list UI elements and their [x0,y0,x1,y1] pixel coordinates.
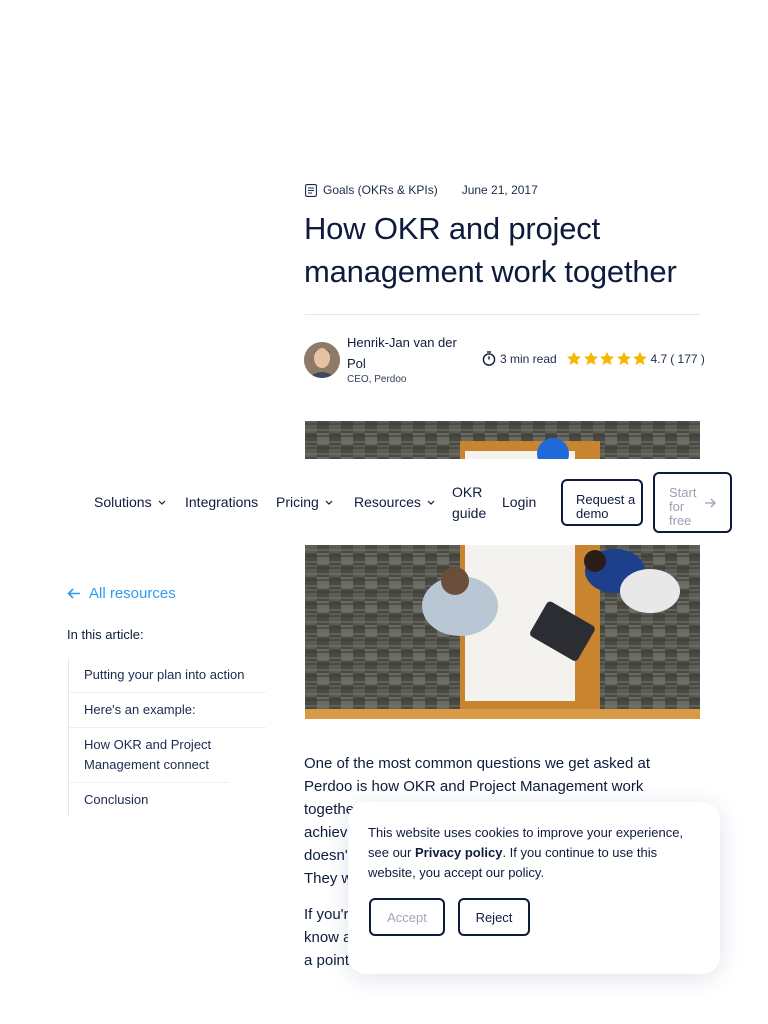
toc-item[interactable]: Putting your plan into action [69,658,266,693]
start-free-label: Start for free [669,485,697,528]
request-demo-button[interactable]: Request a demo [561,479,643,526]
star-icon [567,351,581,365]
document-icon [305,183,317,197]
arrow-right-icon [705,498,716,508]
privacy-policy-link[interactable]: Privacy policy [415,845,502,860]
nav-integrations-label: Integrations [185,494,259,510]
article-meta: Goals (OKRs & KPIs) June 21, 2017 [305,183,538,197]
all-resources-link[interactable]: All resources [67,585,176,602]
star-icon [633,351,647,365]
toc-heading: In this article: [67,627,144,642]
stopwatch-icon [482,351,496,366]
all-resources-label: All resources [89,585,176,602]
category-link[interactable]: Goals (OKRs & KPIs) [323,183,438,197]
nav-integrations[interactable]: Integrations [185,494,258,510]
toc-item[interactable]: How OKR and Project Management connect [69,728,229,783]
arrow-left-icon [67,588,80,599]
body-line: One of the most common questions we get … [304,755,651,795]
nav-okr-guide[interactable]: OKR guide [452,482,492,524]
rating-score: 4.7 [650,351,668,366]
nav-resources[interactable]: Resources [354,494,435,510]
read-time-label: 3 min read [500,351,557,366]
nav-pricing-label: Pricing [276,494,319,510]
start-free-button[interactable]: Start for free [653,472,732,533]
star-icon [616,351,631,365]
author-name[interactable]: Henrik-Jan van der Pol [347,332,472,374]
nav-solutions-label: Solutions [94,494,152,510]
chevron-down-icon [427,500,435,505]
nav-login-label: Login [502,494,537,510]
page-title: How OKR and project management work toge… [304,211,677,289]
star-icon [583,351,598,365]
table-of-contents: Putting your plan into action Here's an … [68,658,266,817]
cookie-banner: This website uses cookies to improve you… [348,802,720,974]
toc-item[interactable]: Conclusion [69,783,266,817]
nav-solutions[interactable]: Solutions [94,494,166,510]
reject-button[interactable]: Reject [458,898,530,936]
nav-resources-label: Resources [354,494,421,510]
cookie-message: This website uses cookies to improve you… [368,823,688,883]
rating-stars [566,351,649,366]
star-icon [600,351,614,365]
read-time: 3 min read [482,351,557,366]
accept-button[interactable]: Accept [369,898,445,936]
nav-pricing[interactable]: Pricing [276,494,333,510]
rating[interactable]: 4.7 ( 177 ) [566,351,705,366]
author-role: CEO, Perdoo [347,374,407,385]
chevron-down-icon [325,500,333,505]
toc-item[interactable]: Here's an example: [69,693,266,728]
title-divider [305,314,700,315]
nav-login[interactable]: Login [502,494,536,510]
publish-date: June 21, 2017 [461,183,538,197]
avatar [304,342,340,378]
chevron-down-icon [158,500,166,505]
rating-count: ( 177 ) [670,351,705,366]
